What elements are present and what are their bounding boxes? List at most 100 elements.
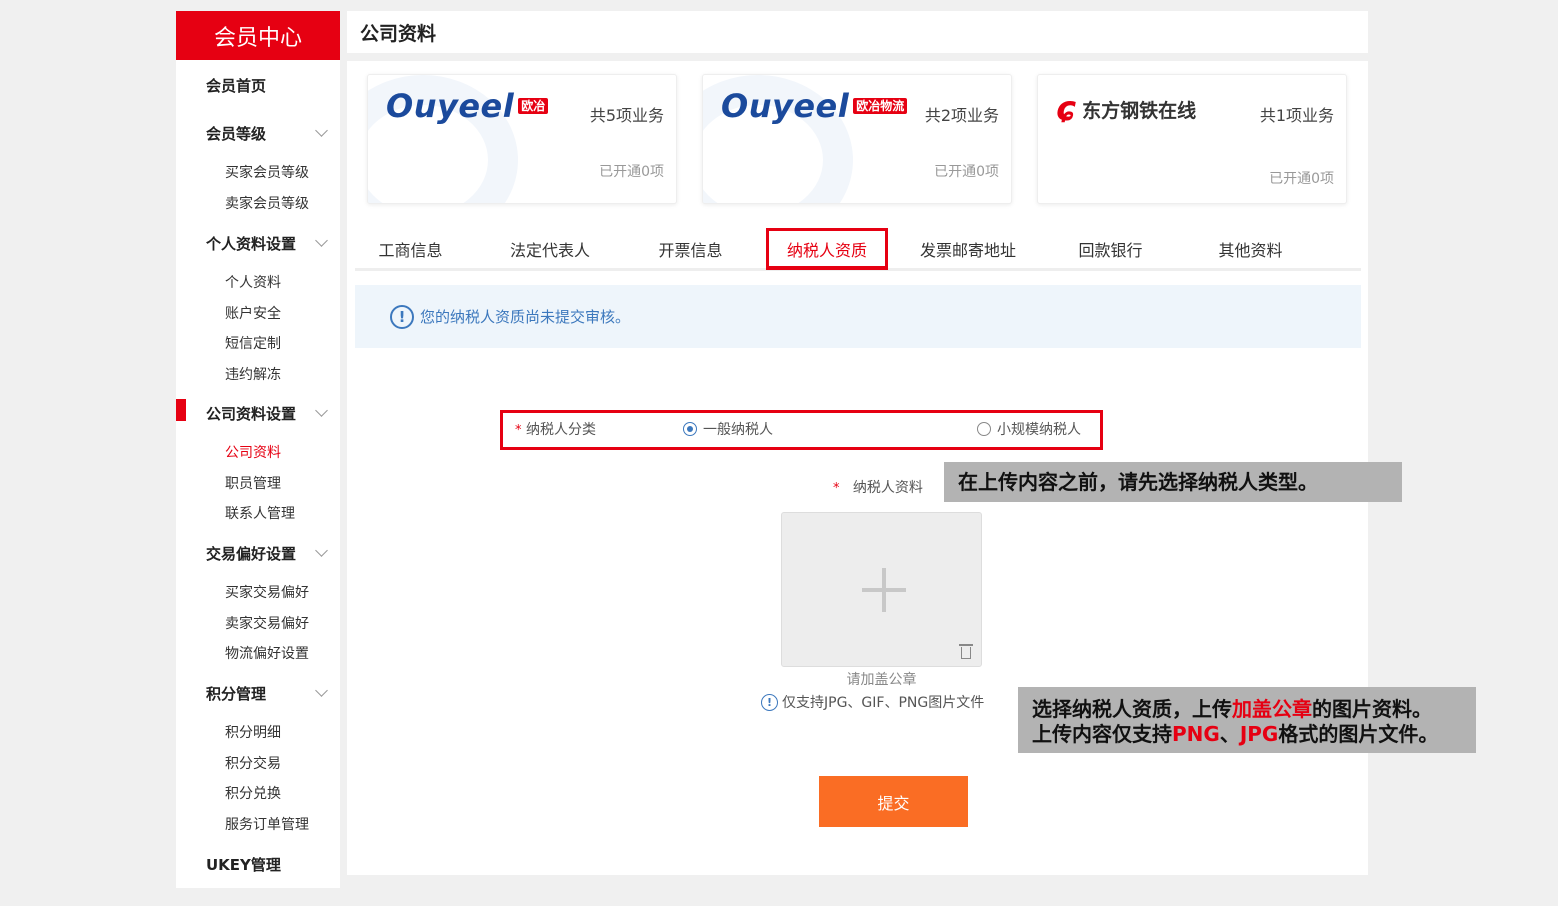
callout-text: 上传内容仅支持 bbox=[1032, 722, 1172, 746]
sidebar-item-security[interactable]: 账户安全 bbox=[225, 302, 281, 324]
sidebar-item-home[interactable]: 会员首页 bbox=[176, 73, 340, 97]
sidebar-item-logistics-pref[interactable]: 物流偏好设置 bbox=[225, 642, 309, 664]
plus-icon bbox=[862, 568, 906, 612]
radio-label: 小规模纳税人 bbox=[997, 422, 1081, 438]
sidebar-item-ukey[interactable]: UKEY管理 bbox=[176, 852, 340, 876]
card-count: 共5项业务 bbox=[589, 106, 664, 125]
tab-invoice-info[interactable]: 开票信息 bbox=[643, 229, 738, 268]
ouyeel-logistics-logo: Ouyeel 欧冶物流 bbox=[721, 87, 908, 125]
taxpayer-type-row: * 纳税人分类 一般纳税人 小规模纳税人 bbox=[500, 410, 1103, 450]
sidebar-item-points-exchange[interactable]: 积分兑换 bbox=[225, 782, 281, 804]
callout-highlight: PNG bbox=[1172, 722, 1220, 746]
radio-general-taxpayer[interactable]: 一般纳税人 bbox=[683, 419, 773, 439]
taxpayer-file-label: * 纳税人资料 bbox=[833, 477, 923, 497]
sidebar-group-trade[interactable]: 交易偏好设置 bbox=[176, 541, 340, 565]
chevron-down-icon bbox=[315, 124, 328, 137]
radio-small-taxpayer[interactable]: 小规模纳税人 bbox=[977, 419, 1081, 439]
chevron-down-icon bbox=[315, 684, 328, 697]
format-hint: ! 仅支持JPG、GIF、PNG图片文件 bbox=[761, 692, 984, 712]
tab-legal-rep[interactable]: 法定代表人 bbox=[495, 229, 605, 268]
sidebar-group-points[interactable]: 积分管理 bbox=[176, 681, 340, 705]
label-text: 纳税人资料 bbox=[852, 480, 923, 496]
sidebar-group-label: 交易偏好设置 bbox=[206, 544, 297, 563]
tab-business-info[interactable]: 工商信息 bbox=[363, 229, 458, 268]
image-upload-box[interactable] bbox=[781, 512, 982, 667]
tab-other[interactable]: 其他资料 bbox=[1203, 229, 1298, 268]
sidebar-item-seller-level[interactable]: 卖家会员等级 bbox=[225, 192, 309, 214]
callout-text: 选择纳税人资质，上传 bbox=[1032, 697, 1232, 721]
sidebar-group-member-level[interactable]: 会员等级 bbox=[176, 121, 340, 145]
info-icon: ! bbox=[390, 304, 414, 329]
sidebar-item-buyer-level[interactable]: 买家会员等级 bbox=[225, 161, 309, 183]
sidebar-item-contacts[interactable]: 联系人管理 bbox=[225, 502, 295, 524]
dongfang-mark-icon: ɕ bbox=[1056, 89, 1077, 129]
chevron-down-icon bbox=[315, 544, 328, 557]
sidebar-item-points-detail[interactable]: 积分明细 bbox=[225, 721, 281, 743]
service-card-ouyeel[interactable]: Ouyeel 欧冶 共5项业务 已开通0项 bbox=[367, 74, 677, 204]
taxpayer-type-label: * 纳税人分类 bbox=[515, 419, 596, 439]
trash-lid bbox=[959, 644, 973, 646]
sidebar-item-sms[interactable]: 短信定制 bbox=[225, 332, 281, 354]
card-count: 共2项业务 bbox=[924, 106, 999, 125]
sidebar-item-staff[interactable]: 职员管理 bbox=[225, 472, 281, 494]
sidebar-item-unfreeze[interactable]: 违约解冻 bbox=[225, 363, 281, 385]
trash-body bbox=[961, 647, 971, 659]
logo-text: Ouyeel bbox=[386, 87, 515, 125]
logo-badge: 欧冶 bbox=[518, 98, 549, 114]
callout-line-2: 上传内容仅支持PNG、JPG格式的图片文件。 bbox=[1032, 722, 1476, 747]
active-indicator bbox=[176, 399, 186, 421]
sidebar-item-seller-pref[interactable]: 卖家交易偏好 bbox=[225, 612, 309, 634]
upload-hint: 请加盖公章 bbox=[846, 672, 917, 688]
sidebar-group-label: 会员等级 bbox=[206, 124, 267, 143]
sidebar-group-label: 积分管理 bbox=[206, 684, 267, 703]
info-icon: ! bbox=[761, 693, 778, 711]
logo-text: 东方钢铁在线 bbox=[1082, 99, 1197, 122]
card-opened: 已开通0项 bbox=[1269, 171, 1334, 187]
submit-button[interactable]: 提交 bbox=[819, 776, 968, 827]
logo-badge: 欧冶物流 bbox=[853, 98, 908, 114]
radio-unchecked-icon bbox=[977, 422, 991, 436]
page-title: 公司资料 bbox=[347, 11, 1368, 53]
notice-text: 您的纳税人资质尚未提交审核。 bbox=[420, 308, 631, 326]
sidebar-group-company[interactable]: 公司资料设置 bbox=[176, 399, 340, 425]
annotation-callout-1: 在上传内容之前，请先选择纳税人类型。 bbox=[944, 462, 1402, 502]
callout-text: 的图片资料。 bbox=[1312, 697, 1432, 721]
logo-text: Ouyeel bbox=[721, 87, 850, 125]
sidebar-group-personal[interactable]: 个人资料设置 bbox=[176, 231, 340, 255]
chevron-down-icon bbox=[315, 404, 328, 417]
required-mark: * bbox=[515, 423, 522, 438]
sidebar-item-service-orders[interactable]: 服务订单管理 bbox=[225, 813, 309, 835]
tab-invoice-address[interactable]: 发票邮寄地址 bbox=[908, 229, 1028, 268]
callout-text: 格式的图片文件。 bbox=[1278, 722, 1439, 746]
ouyeel-logo: Ouyeel 欧冶 bbox=[386, 87, 549, 125]
sidebar-item-profile[interactable]: 个人资料 bbox=[225, 271, 281, 293]
sidebar-item-points-trade[interactable]: 积分交易 bbox=[225, 752, 281, 774]
service-card-dongfang[interactable]: ɕ 东方钢铁在线 共1项业务 已开通0项 bbox=[1037, 74, 1347, 204]
callout-highlight: 加盖公章 bbox=[1232, 697, 1312, 721]
tab-taxpayer[interactable]: 纳税人资质 bbox=[766, 228, 888, 270]
sidebar-group-label: 个人资料设置 bbox=[206, 234, 297, 253]
service-card-ouyeel-logistics[interactable]: Ouyeel 欧冶物流 共2项业务 已开通0项 bbox=[702, 74, 1012, 204]
callout-line-1: 选择纳税人资质，上传加盖公章的图片资料。 bbox=[1032, 697, 1476, 722]
sidebar-group-label: 公司资料设置 bbox=[206, 404, 297, 423]
callout-highlight: JPG bbox=[1239, 722, 1279, 746]
sidebar-title: 会员中心 bbox=[176, 11, 340, 60]
tab-bank[interactable]: 回款银行 bbox=[1063, 229, 1158, 268]
annotation-callout-2: 选择纳税人资质，上传加盖公章的图片资料。 上传内容仅支持PNG、JPG格式的图片… bbox=[1018, 687, 1476, 753]
card-opened: 已开通0项 bbox=[599, 164, 664, 180]
trash-icon[interactable] bbox=[959, 643, 973, 659]
sidebar-item-company-info[interactable]: 公司资料 bbox=[225, 441, 281, 463]
sidebar-item-buyer-pref[interactable]: 买家交易偏好 bbox=[225, 581, 309, 603]
dongfang-logo: ɕ 东方钢铁在线 bbox=[1056, 89, 1196, 129]
tab-bar: 工商信息 法定代表人 开票信息 纳税人资质 发票邮寄地址 回款银行 其他资料 bbox=[355, 228, 1361, 271]
chevron-down-icon bbox=[315, 234, 328, 247]
callout-text: 、 bbox=[1219, 722, 1240, 746]
card-count: 共1项业务 bbox=[1259, 106, 1334, 125]
card-opened: 已开通0项 bbox=[934, 164, 999, 180]
status-notice: ! 您的纳税人资质尚未提交审核。 bbox=[355, 285, 1361, 348]
format-hint-text: 仅支持JPG、GIF、PNG图片文件 bbox=[782, 695, 985, 711]
required-mark: * bbox=[833, 481, 840, 496]
sidebar: 会员中心 会员首页 会员等级 买家会员等级 卖家会员等级 个人资料设置 个人资料… bbox=[176, 11, 340, 888]
radio-label: 一般纳税人 bbox=[703, 422, 773, 438]
radio-checked-icon bbox=[683, 422, 697, 436]
